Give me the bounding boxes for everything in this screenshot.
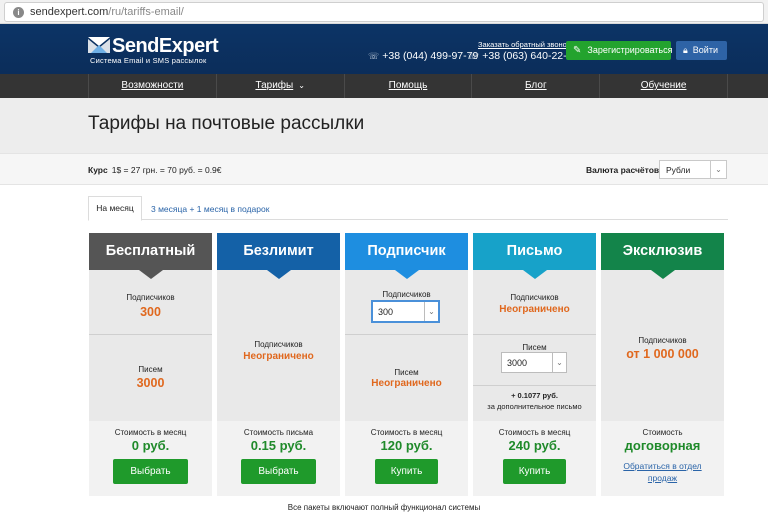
plan-title: Письмо <box>473 233 596 270</box>
emails-select[interactable]: 3000 ⌄ <box>501 352 567 373</box>
buy-button[interactable]: Купить <box>503 459 566 484</box>
title-band: Тарифы на почтовые рассылки <box>0 98 768 153</box>
lock-icon: 🔒︎ <box>683 45 688 55</box>
buy-button[interactable]: Купить <box>375 459 438 484</box>
period-tabs: На месяц 3 месяца + 1 месяц в подарок <box>88 196 728 221</box>
phone-2: ☏ +38 (063) 640-22-13 <box>468 50 579 62</box>
subscribers-label: Подписчиков <box>126 293 175 302</box>
plan-card-free: Бесплатный Подписчиков 300 Писем 3000 Ст… <box>89 233 212 496</box>
url-field[interactable]: i sendexpert.com/ru/tariffs-email/ <box>4 2 764 22</box>
divider <box>345 334 468 335</box>
contact-sales-link[interactable]: Обратиться в отдел продаж <box>601 460 724 484</box>
subscribers-select[interactable]: 300 ⌄ <box>371 300 440 323</box>
plan-footer: Стоимость в месяц 120 руб. Купить <box>345 421 468 496</box>
callback-link[interactable]: Заказать обратный звонок <box>478 40 570 49</box>
plan-card-exclusive: Эксклюзив Подписчиков от 1 000 000 Стоим… <box>601 233 724 496</box>
select-button[interactable]: Выбрать <box>241 459 316 484</box>
plan-pointer <box>395 270 419 279</box>
info-circle-icon[interactable]: i <box>13 7 24 18</box>
login-button[interactable]: 🔒︎ Войти <box>676 41 727 60</box>
envelope-logo-icon <box>88 37 110 53</box>
subscribers-label: Подписчиков <box>638 336 687 345</box>
price-label: Стоимость в месяц <box>114 428 187 437</box>
key-icon: ✎ <box>573 45 582 56</box>
nav-item-learning[interactable]: Обучение <box>599 74 728 98</box>
price-value: 0 руб. <box>131 438 170 453</box>
plan-title: Бесплатный <box>89 233 212 270</box>
currency-select[interactable]: Рубли ⌄ <box>659 160 727 179</box>
price-label: Стоимость <box>642 428 683 437</box>
price-label: Стоимость письма <box>243 428 314 437</box>
subscribers-value: Неограничено <box>499 304 570 315</box>
plan-title: Эксклюзив <box>601 233 724 270</box>
subscribers-value: Неограничено <box>243 351 314 362</box>
emails-value: 3000 <box>136 376 165 390</box>
phone-icon: ☏ <box>468 51 480 61</box>
divider <box>473 385 596 386</box>
emails-label: Писем <box>138 365 163 374</box>
main-nav: Возможности Тарифы ⌄ Помощь Блог Обучение <box>0 74 768 98</box>
plan-pointer <box>651 270 675 279</box>
plan-pointer <box>139 270 163 279</box>
price-value: 0.15 руб. <box>250 438 307 453</box>
emails-label: Писем <box>522 343 547 352</box>
chevron-down-icon: ⌄ <box>424 302 438 321</box>
subscribers-label: Подписчиков <box>254 340 303 349</box>
plan-footer: Стоимость в месяц 0 руб. Выбрать <box>89 421 212 496</box>
phone-icon: ☏ <box>368 51 380 61</box>
extra-email-text: за дополнительное письмо <box>487 402 582 411</box>
plan-footer: Стоимость в месяц 240 руб. Купить <box>473 421 596 496</box>
rate-band: Курс 1$ = 27 грн. = 70 руб. = 0.9€ Валюта… <box>0 153 768 185</box>
price-value: договорная <box>624 438 701 453</box>
logo[interactable]: SendExpert Система Email и SMS рассылок <box>88 35 228 66</box>
plan-card-subscriber: Подписчик Подписчиков 300 ⌄ Писем Неогра… <box>345 233 468 496</box>
plan-pointer <box>523 270 547 279</box>
logo-text: SendExpert <box>112 35 219 57</box>
divider <box>473 334 596 335</box>
subscribers-label: Подписчиков <box>510 293 559 302</box>
browser-address-bar: i sendexpert.com/ru/tariffs-email/ <box>0 0 768 24</box>
currency-label: Валюта расчётов <box>586 165 660 175</box>
plan-card-unlimited: Безлимит Подписчиков Неограничено Стоимо… <box>217 233 340 496</box>
subscribers-value: 300 <box>140 305 161 319</box>
plan-card-letter: Письмо Подписчиков Неограничено Писем 30… <box>473 233 596 496</box>
phone-1: ☏ +38 (044) 499-97-79 <box>368 50 479 62</box>
nav-item-tariffs[interactable]: Тарифы ⌄ <box>215 74 344 98</box>
emails-label: Писем <box>394 368 419 377</box>
plan-pointer <box>267 270 291 279</box>
chevron-down-icon: ⌄ <box>710 161 726 178</box>
tab-quarterly[interactable]: 3 месяца + 1 месяц в подарок <box>151 204 269 214</box>
price-label: Стоимость в месяц <box>370 428 443 437</box>
price-value: 120 руб. <box>380 438 433 453</box>
register-button[interactable]: ✎ Зарегистрироваться <box>566 41 673 60</box>
footnote: Все пакеты включают полный функционал си… <box>287 503 481 512</box>
tab-monthly[interactable]: На месяц <box>88 196 142 221</box>
price-label: Стоимость в месяц <box>498 428 571 437</box>
plan-title: Безлимит <box>217 233 340 270</box>
nav-item-help[interactable]: Помощь <box>343 74 472 98</box>
logo-subtitle: Система Email и SMS рассылок <box>90 56 207 65</box>
emails-value: Неограничено <box>371 378 442 389</box>
plan-title: Подписчик <box>345 233 468 270</box>
url-text: sendexpert.com/ru/tariffs-email/ <box>30 6 184 18</box>
divider <box>89 334 212 335</box>
exchange-rate: Курс 1$ = 27 грн. = 70 руб. = 0.9€ <box>88 165 222 175</box>
subscribers-label: Подписчиков <box>382 290 431 299</box>
nav-item-features[interactable]: Возможности <box>88 74 216 98</box>
select-button[interactable]: Выбрать <box>113 459 188 484</box>
page-title: Тарифы на почтовые рассылки <box>88 113 365 134</box>
chevron-down-icon: ⌄ <box>552 353 566 372</box>
plan-footer: Стоимость договорная Обратиться в отдел … <box>601 421 724 496</box>
chevron-down-icon: ⌄ <box>298 81 305 90</box>
nav-item-blog[interactable]: Блог <box>471 74 599 98</box>
subscribers-value: от 1 000 000 <box>626 347 699 361</box>
extra-email-price: + 0.1077 руб. <box>511 391 558 400</box>
price-value: 240 руб. <box>508 438 561 453</box>
plan-footer: Стоимость письма 0.15 руб. Выбрать <box>217 421 340 496</box>
